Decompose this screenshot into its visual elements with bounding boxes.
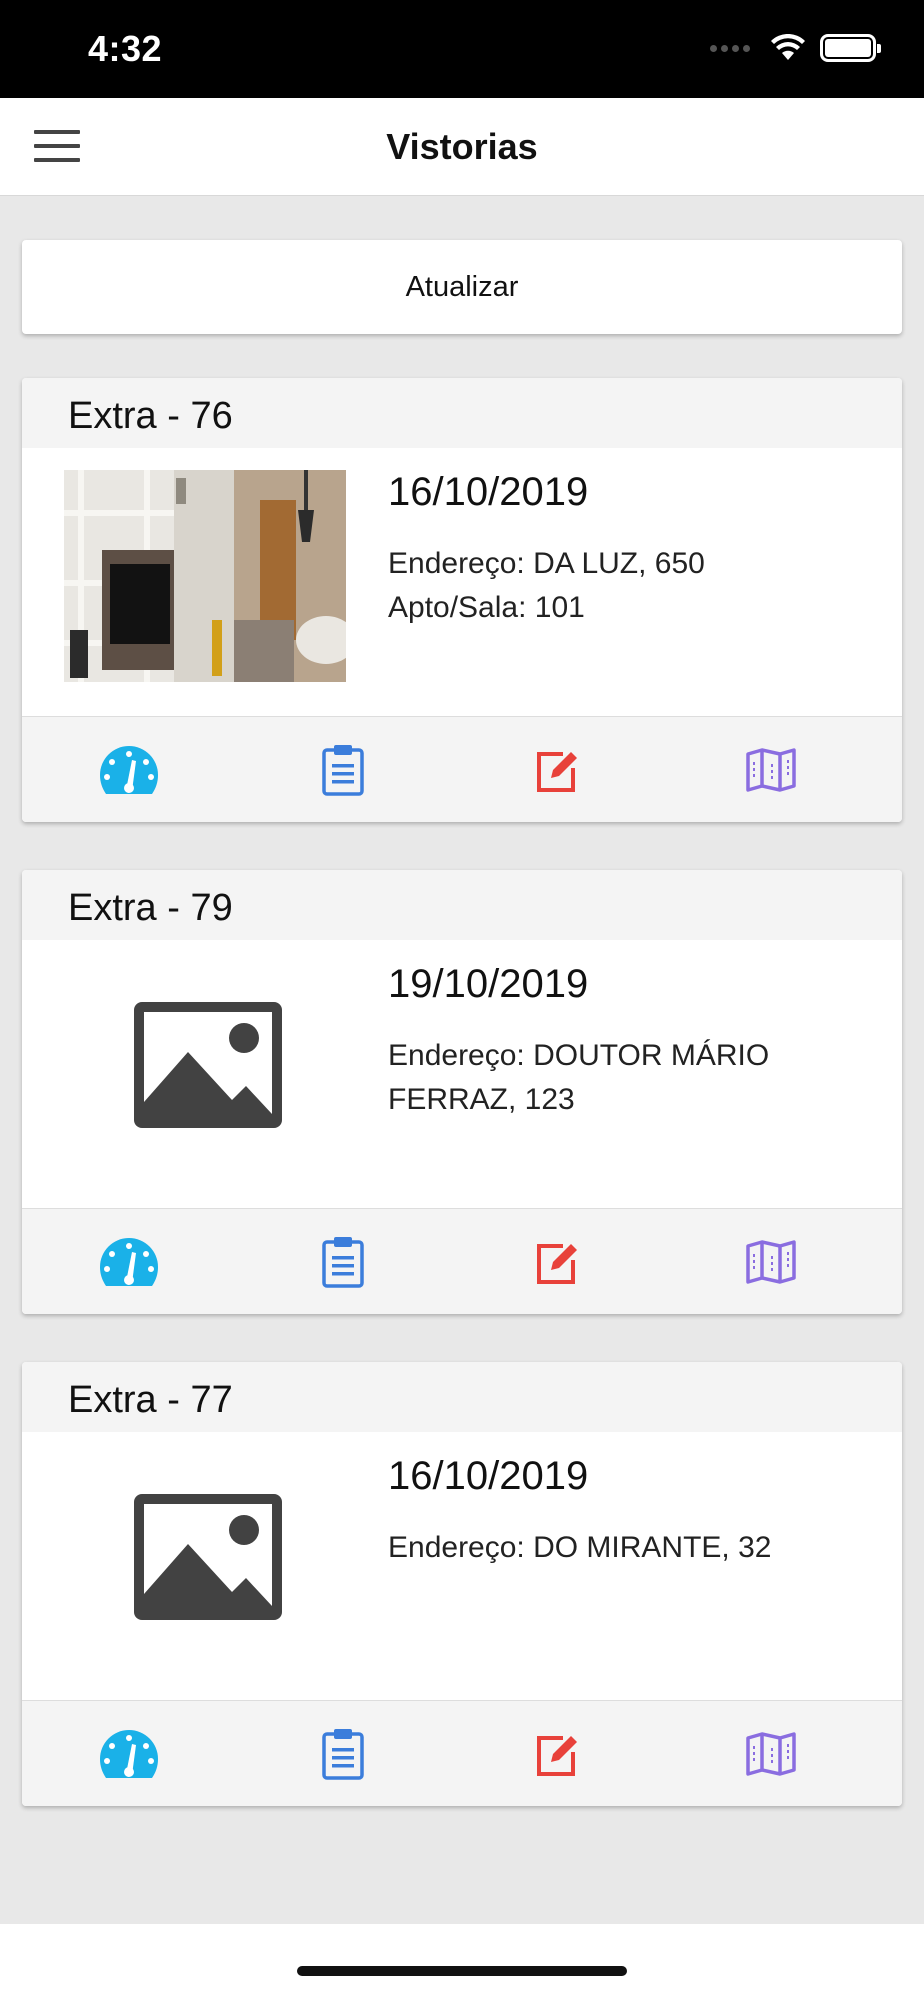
edit-button[interactable] <box>450 1238 664 1286</box>
inspection-address: Endereço: DO MIRANTE, 32 <box>388 1526 858 1570</box>
clipboard-icon <box>322 1728 364 1780</box>
address-line: Endereço: DO MIRANTE, 32 <box>388 1531 772 1564</box>
card-actions <box>22 716 902 822</box>
status-time: 4:32 <box>88 28 163 69</box>
inspection-address: Endereço: DA LUZ, 650 Apto/Sala: 101 <box>388 542 858 630</box>
nav-bar: Vistorias <box>0 98 924 196</box>
image-placeholder-icon <box>134 1002 282 1128</box>
inspection-address: Endereço: DOUTOR MÁRIO FERRAZ, 123 <box>388 1034 858 1122</box>
dashboard-button[interactable] <box>22 1236 236 1288</box>
page-title: Vistorias <box>386 126 538 167</box>
inspection-date: 16/10/2019 <box>388 1454 589 1498</box>
status-indicators <box>710 34 881 62</box>
dashboard-icon <box>100 1237 158 1286</box>
edit-icon <box>537 1243 577 1284</box>
card-body[interactable]: 16/10/2019 Endereço: DO MIRANTE, 32 <box>22 1432 902 1700</box>
edit-button[interactable] <box>450 1730 664 1778</box>
dashboard-icon <box>100 1729 158 1778</box>
unit-line: Apto/Sala: 101 <box>388 591 585 624</box>
map-button[interactable] <box>664 1731 878 1776</box>
card-body[interactable]: 16/10/2019 Endereço: DA LUZ, 650 Apto/Sa… <box>22 448 902 716</box>
dashboard-button[interactable] <box>22 1728 236 1780</box>
inspection-date: 16/10/2019 <box>388 470 589 514</box>
clipboard-icon <box>322 744 364 796</box>
edit-button[interactable] <box>450 746 664 794</box>
dashboard-button[interactable] <box>22 744 236 796</box>
signal-icon <box>710 44 750 52</box>
card-actions <box>22 1208 902 1314</box>
card-body[interactable]: 19/10/2019 Endereço: DOUTOR MÁRIO FERRAZ… <box>22 940 902 1208</box>
map-icon <box>746 747 796 792</box>
bottom-safe-area <box>0 1924 924 2000</box>
map-icon <box>746 1239 796 1284</box>
clipboard-button[interactable] <box>236 744 450 796</box>
status-bar: 4:32 <box>0 0 924 98</box>
clipboard-icon <box>322 1236 364 1288</box>
battery-icon <box>820 34 881 62</box>
address-line-continued: FERRAZ, 123 <box>388 1083 575 1116</box>
property-photo <box>64 470 346 682</box>
wifi-icon <box>771 34 805 60</box>
inspection-date: 19/10/2019 <box>388 962 589 1006</box>
address-line: Endereço: DOUTOR MÁRIO <box>388 1039 770 1072</box>
home-indicator[interactable] <box>297 1966 627 1976</box>
map-icon <box>746 1731 796 1776</box>
clipboard-button[interactable] <box>236 1236 450 1288</box>
address-line: Endereço: DA LUZ, 650 <box>388 547 705 580</box>
card-title: Extra - 77 <box>22 1362 902 1432</box>
refresh-button[interactable]: Atualizar <box>22 240 902 334</box>
inspection-card: Extra - 79 19/10/2019 Endereço: DOUTOR M… <box>22 870 902 1314</box>
map-button[interactable] <box>664 1239 878 1284</box>
edit-icon <box>537 751 577 792</box>
card-actions <box>22 1700 902 1806</box>
card-title: Extra - 76 <box>22 378 902 448</box>
card-title: Extra - 79 <box>22 870 902 940</box>
content: Atualizar Extra - 76 16/10/2019 Endereço… <box>22 240 902 1806</box>
dashboard-icon <box>100 745 158 794</box>
image-placeholder-icon <box>134 1494 282 1620</box>
inspection-card: Extra - 77 16/10/2019 Endereço: DO MIRAN… <box>22 1362 902 1806</box>
clipboard-button[interactable] <box>236 1728 450 1780</box>
edit-icon <box>537 1735 577 1776</box>
inspection-card: Extra - 76 16/10/2019 Endereço: DA LUZ, … <box>22 378 902 822</box>
map-button[interactable] <box>664 747 878 792</box>
